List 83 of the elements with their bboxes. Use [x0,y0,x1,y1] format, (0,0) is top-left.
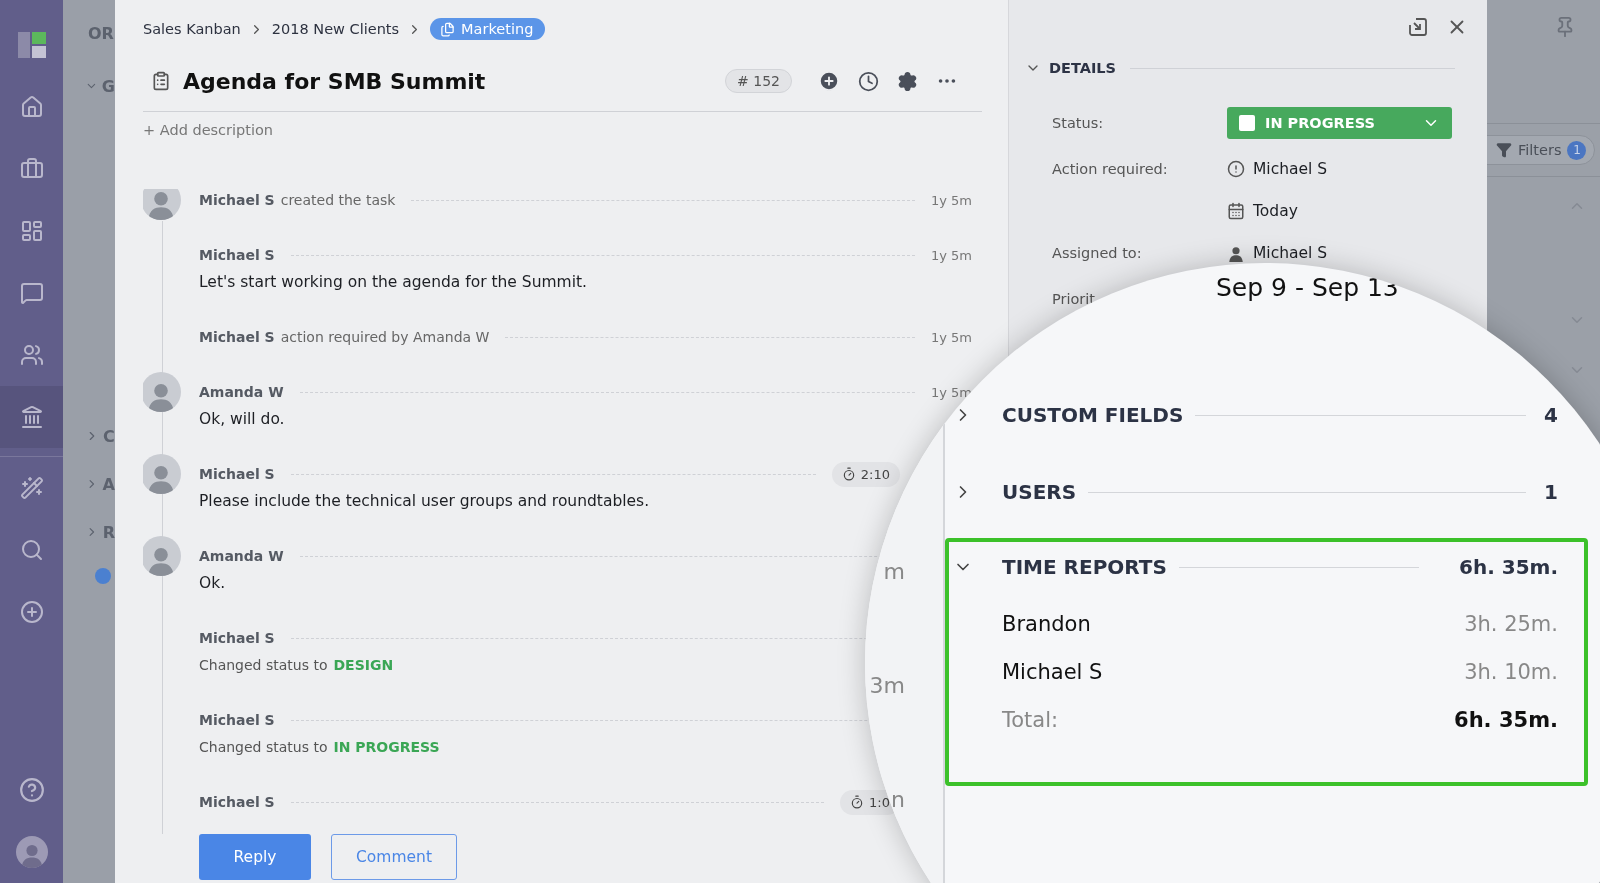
status-name: DESIGN [333,657,394,673]
author-name: Michael S [199,466,275,482]
magic-wand-icon[interactable] [19,476,44,500]
section-title[interactable]: TIME REPORTS [1002,555,1167,579]
total-label: Total: [1002,708,1059,732]
status-name: IN PROGRESS [333,739,440,755]
briefcase-icon[interactable] [19,157,44,181]
status-change-text: Changed status to [199,657,328,673]
time-log-badge: 2:10 [831,461,900,487]
field-label: Assigned to: [1052,245,1143,261]
field-label: Priorit [1052,291,1097,307]
group-title[interactable]: R [102,522,115,542]
chat-icon[interactable] [19,281,44,305]
help-icon[interactable] [18,777,45,803]
settings-icon[interactable] [897,70,918,92]
author-name: Amanda W [199,384,284,400]
section-count: 1 [1544,480,1558,504]
timestamp: 1y 5m [930,247,972,263]
author-name: Michael S [199,247,275,263]
comment-text: Let's start working on the agenda for the Summit. [199,273,587,291]
section-title[interactable]: DETAILS [1049,60,1116,76]
clipboard-icon [151,71,171,91]
timestamp: 3m [869,673,905,699]
group-title[interactable]: C [103,426,115,446]
breadcrumb-link[interactable]: 2018 New Clients [271,21,400,37]
list-icon [440,21,456,37]
reply-button[interactable]: Reply [199,834,311,880]
total-time: 6h. 35m. [1454,708,1558,732]
author-name: Michael S [199,329,275,345]
person-icon [1227,244,1245,262]
author-name: Amanda W [199,548,284,564]
filter-count-badge: 1 [1567,140,1587,160]
task-number: # 152 [725,69,792,93]
author-name: Michael S [199,712,275,728]
timestamp: 1y 5m [930,329,972,345]
bank-icon[interactable] [19,405,44,429]
section-count: 6h. 35m. [1459,555,1558,579]
section-title[interactable]: CUSTOM FIELDS [1002,403,1184,427]
logo-icon[interactable] [17,32,46,58]
author-name: Michael S [199,630,275,646]
breadcrumb-link[interactable]: Sales Kanban [143,21,241,37]
people-icon[interactable] [19,343,44,367]
status-dropdown[interactable]: IN PROGRESS [1227,107,1452,139]
calendar-icon [1227,202,1245,220]
comment-text: Ok, will do. [199,410,285,428]
status-change-text: Changed status to [199,739,328,755]
field-value: Michael S [1253,160,1328,178]
group-title[interactable]: A [102,474,115,494]
group-title[interactable]: G [101,76,115,96]
alert-icon [1227,160,1245,178]
board-heading: OR [88,24,114,43]
field-value: Michael S [1253,244,1328,262]
author-name: Michael S [199,192,275,208]
stopwatch-icon [850,795,865,809]
stopwatch-icon [841,467,856,481]
comment-text: Please include the technical user groups and roundtables. [199,492,650,510]
user-name: Brandon [1002,612,1091,636]
task-title: Agenda for SMB Summit [183,68,487,94]
section-count: 4 [1544,403,1558,427]
timestamp: m [883,559,905,585]
time-spent: 3h. 25m. [1464,612,1558,636]
activity-text: created the task [280,192,396,208]
minimize-icon[interactable] [1408,17,1428,37]
home-icon[interactable] [19,95,44,119]
filter-icon [1496,142,1512,158]
board-icon[interactable] [19,219,44,243]
field-label: Status: [1052,115,1105,131]
profile-avatar[interactable] [15,836,48,868]
field-label: Action required: [1052,161,1169,177]
time-spent: 3h. 10m. [1464,660,1558,684]
comment-text: Ok. [199,574,226,592]
comment-button[interactable]: Comment [331,834,457,880]
add-description-link[interactable]: + Add description [143,122,274,138]
activity-text: action required by Amanda W [280,329,490,345]
author-name: Michael S [199,794,275,810]
timestamp: 1y 5m [930,192,972,208]
filters-button[interactable]: Filters 1 [1487,135,1596,165]
search-icon[interactable] [19,538,44,562]
section-title[interactable]: USERS [1002,480,1077,504]
field-value: Today [1253,202,1298,220]
clock-icon[interactable] [858,70,879,92]
list-tag[interactable]: Marketing [430,18,546,40]
user-name: Michael S [1002,660,1103,684]
